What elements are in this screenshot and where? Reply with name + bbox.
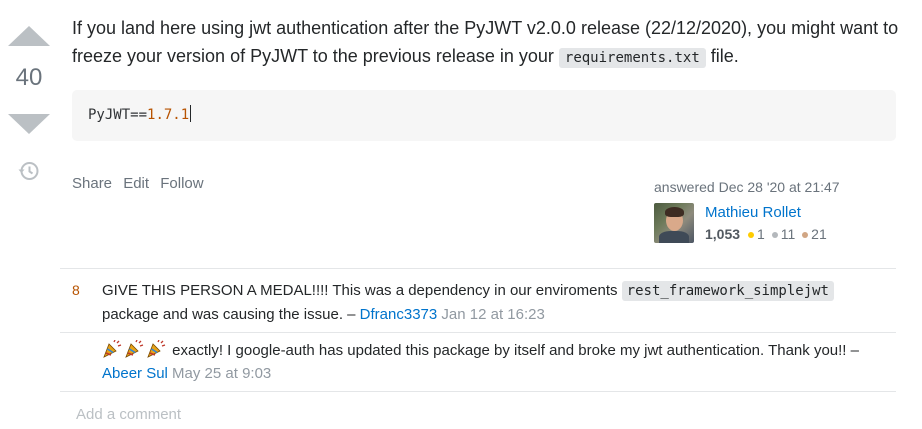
inline-code-simplejwt: rest_framework_simplejwt [621, 281, 834, 301]
reputation-score: 1,053 [705, 226, 741, 242]
edit-link[interactable]: Edit [123, 175, 149, 192]
post-menu: Share Edit Follow [72, 175, 211, 192]
comment-date[interactable]: Jan 12 at 16:23 [441, 306, 544, 323]
comment-text-end: package and was causing the issue. – [102, 306, 360, 323]
user-stats: 1,053 1 11 21 [705, 226, 827, 242]
bronze-badge-count: 21 [811, 226, 827, 242]
comment-score: 8 [72, 282, 80, 298]
code-prefix: PyJWT== [88, 107, 148, 123]
answered-timestamp[interactable]: answered Dec 28 '20 at 21:47 [654, 179, 884, 195]
vote-count: 40 [15, 64, 43, 91]
comment-date[interactable]: May 25 at 9:03 [172, 365, 271, 382]
answer-body: If you land here using jwt authenticatio… [72, 14, 902, 72]
comment-body: GIVE THIS PERSON A MEDAL!!!! This was a … [102, 279, 894, 326]
downvote-arrow-icon[interactable] [8, 114, 50, 134]
follow-link[interactable]: Follow [160, 175, 203, 192]
party-popper-icon [103, 340, 122, 358]
add-comment-link[interactable]: Add a comment [76, 406, 181, 423]
share-link[interactable]: Share [72, 175, 112, 192]
code-version: 1.7.1 [147, 107, 190, 123]
comment-user-link[interactable]: Dfranc3373 [360, 306, 438, 323]
text-caret [190, 105, 192, 122]
comment-text: exactly! I google-auth has updated this … [168, 342, 859, 359]
party-popper-icon [125, 340, 144, 358]
comment-text: GIVE THIS PERSON A MEDAL!!!! This was a … [102, 282, 622, 299]
user-name-link[interactable]: Mathieu Rollet [705, 204, 801, 221]
code-block[interactable]: PyJWT==1.7.1 [72, 90, 896, 141]
party-popper-icon [147, 340, 166, 358]
comment-item: exactly! I google-auth has updated this … [60, 333, 896, 392]
comment-item: 8 GIVE THIS PERSON A MEDAL!!!! This was … [60, 269, 896, 333]
inline-code-requirements: requirements.txt [558, 48, 706, 68]
history-icon[interactable] [17, 159, 41, 183]
comments-list: 8 GIVE THIS PERSON A MEDAL!!!! This was … [60, 268, 896, 392]
upvote-arrow-icon[interactable] [8, 26, 50, 46]
comment-body: exactly! I google-auth has updated this … [102, 339, 894, 385]
comment-user-link[interactable]: Abeer Sul [102, 365, 168, 382]
bronze-badge-icon [802, 232, 809, 238]
silver-badge-icon [771, 232, 778, 238]
gold-badge-icon [748, 232, 755, 238]
answer-text-end: file. [705, 46, 739, 66]
answer-text: If you land here using jwt authenticatio… [72, 18, 899, 66]
silver-badge-count: 11 [780, 226, 796, 242]
avatar[interactable] [654, 203, 694, 243]
gold-badge-count: 1 [757, 226, 765, 242]
user-signature: answered Dec 28 '20 at 21:47 Mathieu Rol… [654, 179, 884, 243]
